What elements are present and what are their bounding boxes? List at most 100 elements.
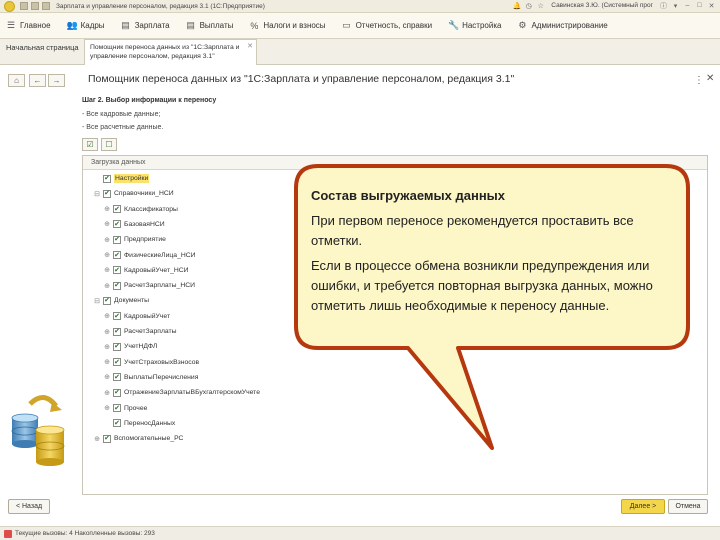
tree-checkbox[interactable]: ✔ [113,342,121,351]
close-window-icon[interactable]: ✕ [707,1,716,10]
tree-row[interactable]: ⊕ ✔ Вспомогательные_РС [93,431,183,446]
tree-row-label: Прочее [124,404,148,412]
tree-row-label: КадровыйУчет [124,312,171,320]
tree-checkbox[interactable]: ✔ [103,174,111,183]
expand-icon[interactable]: ⊕ [103,373,111,381]
notification-icon[interactable]: 🔔 [512,1,521,10]
tree-row[interactable]: ⊕ ✔ УчетНДФЛ [103,339,157,354]
tree-row[interactable]: ⊕ ✔ РасчетЗарплаты_НСИ [103,278,195,293]
tree-row[interactable]: ⊕ ✔ РасчетЗарплаты [103,324,177,339]
collapse-icon[interactable]: ⊟ [93,297,101,305]
expand-icon[interactable]: ⊕ [103,220,111,228]
expand-icon[interactable]: ⊕ [103,236,111,244]
section-main[interactable]: ☰ Главное [6,20,51,31]
tree-row[interactable]: ⊕ ✔ БазоваяНСИ [103,217,165,232]
cancel-button[interactable]: Отмена [668,499,708,514]
back-button[interactable]: < Назад [8,499,50,514]
dropdown-icon[interactable]: ▾ [671,1,680,10]
tree-checkbox[interactable]: ✔ [113,388,121,397]
quick-icon[interactable] [31,2,39,10]
home-icon: ⌂ [14,76,19,85]
warning-icon [4,529,12,538]
tab-home[interactable]: Начальная страница [6,43,79,52]
tree-checkbox[interactable]: ✔ [113,419,121,428]
tree-checkbox[interactable]: ✔ [113,373,121,382]
section-salary[interactable]: ▤ Зарплата [121,20,169,31]
tree-row[interactable]: ✔ Настройки [93,171,150,186]
next-button[interactable]: Далее > [621,499,665,514]
expand-icon[interactable]: ⊕ [103,358,111,366]
tree-checkbox[interactable]: ✔ [113,235,121,244]
tree-checkbox[interactable]: ✔ [113,281,121,290]
tree-checkbox[interactable]: ✔ [113,266,121,275]
expand-icon[interactable]: ⊕ [93,435,101,443]
wrench-icon: 🔧 [448,20,460,30]
expand-icon[interactable]: ⊕ [103,343,111,351]
forward-nav-button[interactable]: → [48,74,65,87]
tree-checkbox[interactable]: ✔ [113,327,121,336]
tree-checkbox[interactable]: ✔ [113,312,121,321]
tree-checkbox[interactable]: ✔ [103,189,111,198]
folder-icon: ▭ [342,20,351,30]
close-icon[interactable]: ✕ [247,42,253,51]
tree-row[interactable]: ⊕ ✔ Прочее [103,401,147,416]
info-line-1: - Все кадровые данные; [82,111,161,118]
expand-icon[interactable]: ⊕ [103,312,111,320]
section-admin[interactable]: ⚙ Администрирование [517,20,607,31]
info-icon[interactable]: ⓘ [659,1,668,10]
tree-column-header: Загрузка данных [83,156,707,170]
more-icon[interactable]: ⋮ [694,75,704,86]
tree-row[interactable]: ⊟ ✔ Документы [93,293,149,308]
section-reports[interactable]: ▭ Отчетность, справки [342,20,432,31]
tree-row-label: Вспомогательные_РС [114,435,184,443]
quick-icon[interactable] [20,2,28,10]
list-icon: ▤ [186,20,195,30]
expand-icon[interactable]: ⊕ [103,328,111,336]
tree-row[interactable]: ⊕ ✔ ВыплатыПеречисления [103,370,198,385]
tree-checkbox[interactable]: ✔ [113,358,121,367]
expand-icon[interactable]: ⊕ [103,266,111,274]
tree-checkbox[interactable]: ✔ [113,404,121,412]
database-transfer-illustration [8,390,70,470]
collapse-icon[interactable]: ⊟ [93,190,101,198]
section-taxes[interactable]: % Налоги и взносы [249,21,325,31]
minimize-icon[interactable]: – [683,1,692,10]
tree-checkbox[interactable]: ✔ [113,205,121,214]
tree-checkbox[interactable]: ✔ [113,220,121,229]
maximize-icon[interactable]: □ [695,1,704,10]
favorites-icon[interactable]: ☆ [536,1,545,10]
server-calls-status[interactable]: Текущие вызовы: 4 Накопленные вызовы: 29… [15,530,155,537]
quick-icon[interactable] [42,2,50,10]
expand-icon[interactable]: ⊕ [103,251,111,259]
tree-row[interactable]: ⊕ ✔ КадровыйУчет_НСИ [103,263,189,278]
tree-row[interactable]: ⊕ ✔ Классификаторы [103,202,178,217]
tree-checkbox[interactable]: ✔ [103,434,111,443]
section-settings[interactable]: 🔧 Настройка [448,20,501,31]
tree-row[interactable]: ⊟ ✔ Справочники_НСИ [93,186,174,201]
tree-row[interactable]: ⊕ ✔ УчетСтраховыхВзносов [103,355,199,370]
expand-icon[interactable]: ⊕ [103,282,111,290]
tree-checkbox[interactable]: ✔ [113,251,121,259]
section-hr[interactable]: 👥 Кадры [67,20,105,31]
history-icon[interactable]: ◷ [524,1,533,10]
tree-checkbox[interactable]: ✔ [103,296,111,305]
back-nav-button[interactable]: ← [29,74,46,87]
expand-icon[interactable]: ⊕ [103,389,111,397]
tab-label-line2: управление персоналом, редакция 3.1" [90,53,215,60]
expand-icon[interactable]: ⊕ [103,205,111,213]
tree-row[interactable]: ⊕ ✔ ОтражениеЗарплатыВБухгалтерскомУчете [103,385,260,400]
tree-row-label: Классификаторы [124,205,178,213]
tab-data-transfer-assistant[interactable]: Помощник переноса данных из "1С:Зарплата… [84,39,257,65]
tree-row[interactable]: ⊕ ✔ Предприятие [103,232,166,247]
tree-row[interactable]: ⊕ ✔ ФизическиеЛица_НСИ [103,248,196,263]
tree-row[interactable]: ✔ ПереносДанных [103,416,175,431]
tree-row[interactable]: ⊕ ✔ КадровыйУчет [103,309,170,324]
home-button[interactable]: ⌂ [8,74,25,87]
tree-row-label: РасчетЗарплаты_НСИ [124,282,196,290]
current-user[interactable]: Савинская З.Ю. (Системный прог [551,2,653,9]
section-payments[interactable]: ▤ Выплаты [186,20,233,31]
close-form-icon[interactable]: ✕ [706,73,714,84]
check-all-button[interactable]: ☑ [82,138,98,151]
uncheck-all-button[interactable]: ☐ [101,138,117,151]
expand-icon[interactable]: ⊕ [103,404,111,412]
